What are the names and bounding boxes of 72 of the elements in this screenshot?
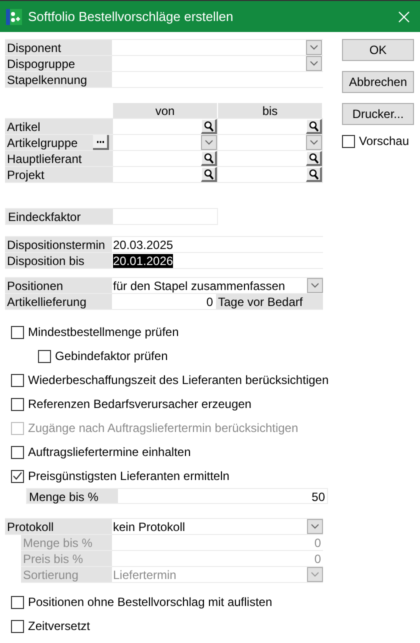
field-label: Hauptlieferant	[6, 151, 83, 167]
dropdown-field[interactable]: für den Stapel zusammenfassen	[112, 278, 323, 293]
checkbox-label: Positionen ohne Bestellvorschlag mit auflisten	[28, 594, 272, 611]
field-label: Projekt	[6, 167, 46, 183]
checkbox[interactable]	[11, 374, 24, 386]
checkbox[interactable]	[38, 350, 51, 362]
checkmark-icon	[13, 472, 22, 480]
search-icon	[308, 120, 318, 132]
field-label: Stapelkennung	[5, 72, 112, 87]
checkbox-label: Mindestbestellmenge prüfen	[28, 324, 179, 341]
close-icon	[398, 10, 410, 22]
search-icon	[308, 152, 318, 164]
search-icon	[204, 168, 214, 180]
checkbox-label: Zeitversetzt	[28, 618, 90, 635]
field-label: Artikel	[6, 119, 42, 135]
ellipsis-button[interactable]	[93, 135, 109, 150]
field-label: Preis bis %	[21, 551, 112, 566]
field-label: Disponent	[5, 40, 112, 55]
field-label: Artikellieferung	[5, 294, 112, 309]
checkbox-label: Vorschau	[359, 133, 410, 150]
chevron-down-icon	[310, 61, 318, 66]
dropdown-field[interactable]: kein Protokoll	[112, 519, 323, 534]
lookup-button[interactable]	[201, 167, 217, 182]
checkbox[interactable]	[11, 326, 24, 338]
app-icon	[6, 8, 22, 24]
checkbox-label: Zugänge nach Auftragsliefertermin berücksichtigen	[28, 420, 298, 437]
chevron-down-icon	[311, 524, 319, 529]
chevron-down-icon	[311, 572, 319, 577]
lookup-button[interactable]	[201, 151, 217, 166]
field-label: Sortierung	[21, 567, 112, 582]
checkbox[interactable]	[11, 470, 24, 482]
lookup-button[interactable]	[201, 119, 217, 134]
checkbox[interactable]	[11, 620, 24, 632]
field-label: Positionen	[5, 278, 112, 293]
dialog-button[interactable]: OK	[342, 39, 414, 61]
checkbox[interactable]	[11, 446, 24, 458]
date-value: 20.03.2025	[113, 238, 174, 252]
dialog-button[interactable]: Drucker...	[342, 103, 414, 125]
column-header: von	[113, 103, 218, 118]
chevron-down-icon	[310, 45, 318, 50]
dropdown-button[interactable]	[306, 56, 322, 71]
date-value: 20.01.2026	[113, 254, 174, 268]
dropdown-button[interactable]	[307, 519, 323, 534]
chevron-down-icon	[310, 140, 318, 145]
checkbox[interactable]	[11, 596, 24, 608]
search-icon	[204, 152, 214, 164]
checkbox-label: Wiederbeschaffungszeit des Lieferanten berücksichtigen	[28, 372, 329, 389]
checkbox[interactable]	[342, 134, 355, 148]
lookup-button[interactable]	[306, 151, 322, 166]
checkbox[interactable]	[11, 398, 24, 410]
checkbox-label: Preisgünstigsten Lieferanten ermitteln	[28, 468, 230, 485]
dropdown-button[interactable]	[307, 278, 323, 293]
checkbox-label: Auftragsliefertermine einhalten	[28, 444, 191, 461]
search-icon	[308, 168, 318, 180]
column-header: bis	[218, 103, 323, 118]
unit-label: Tage vor Bedarf	[216, 294, 323, 309]
window-title: Softfolio Bestellvorschläge erstellen	[28, 8, 234, 26]
lookup-button[interactable]	[306, 167, 322, 182]
dialog-button[interactable]: Abbrechen	[342, 71, 414, 93]
field-label: Protokoll	[5, 519, 112, 534]
chevron-down-icon	[311, 283, 319, 288]
field-label: Menge bis %	[21, 535, 112, 550]
chevron-down-icon	[205, 140, 213, 145]
checkbox-label: Gebindefaktor prüfen	[55, 348, 168, 365]
checkbox-label: Referenzen Bedarfsverursacher erzeugen	[28, 396, 252, 413]
field-label: Dispositionstermin	[5, 237, 112, 252]
search-icon	[204, 120, 214, 132]
lookup-button[interactable]	[306, 119, 322, 134]
field-label: Artikelgruppe	[6, 135, 79, 151]
field-label: Disposition bis	[5, 253, 112, 268]
field-label: Dispogruppe	[5, 56, 112, 71]
dropdown-button[interactable]	[306, 40, 322, 55]
